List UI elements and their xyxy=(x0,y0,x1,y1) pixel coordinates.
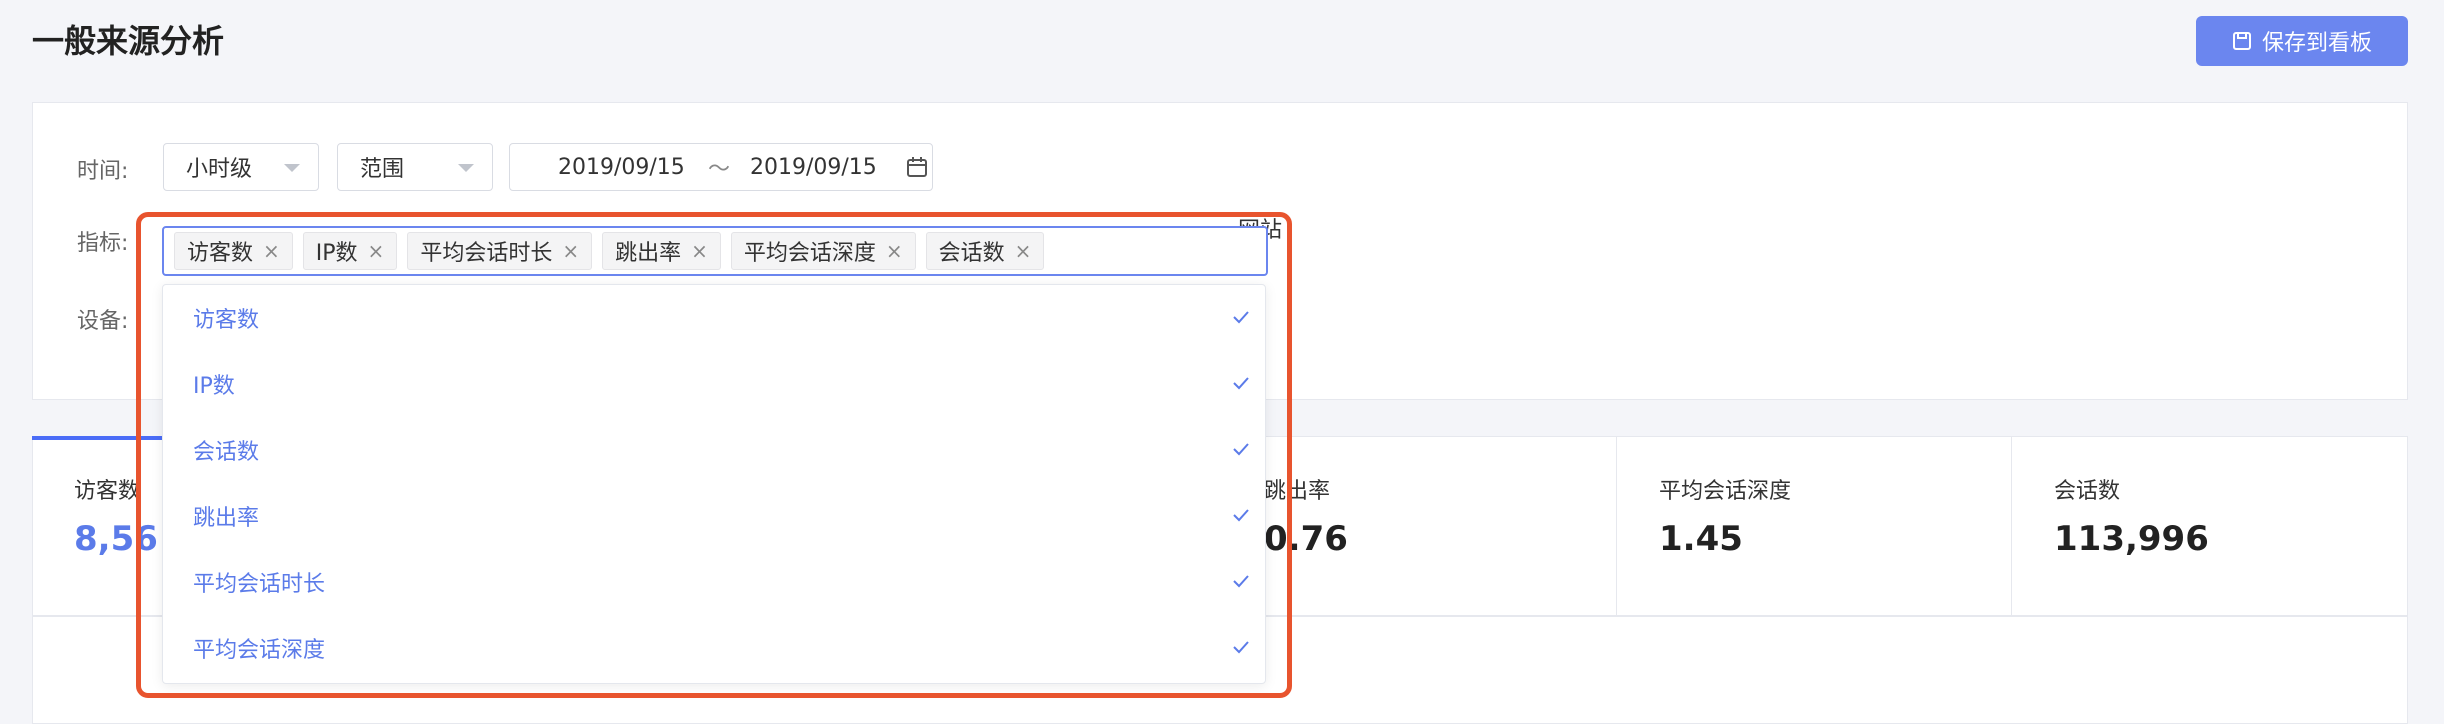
page-title: 一般来源分析 xyxy=(32,22,225,60)
range-select[interactable]: 范围 xyxy=(337,143,493,191)
date-range-picker[interactable]: 2019/09/15 ～ 2019/09/15 xyxy=(509,143,933,191)
date-start[interactable]: 2019/09/15 xyxy=(558,155,685,180)
metric-label: 会话数 xyxy=(2054,479,2121,504)
granularity-select[interactable]: 小时级 xyxy=(163,143,319,191)
granularity-value: 小时级 xyxy=(186,157,253,182)
highlight-annotation-frame xyxy=(136,212,1292,698)
date-separator: ～ xyxy=(708,157,731,182)
date-end[interactable]: 2019/09/15 xyxy=(750,155,877,180)
chevron-down-icon xyxy=(458,164,474,172)
save-button-label: 保存到看板 xyxy=(2261,31,2372,56)
metric-label: 平均会话深度 xyxy=(1659,479,1792,504)
time-label: 时间: xyxy=(77,159,129,184)
metric-value: 1.45 xyxy=(1659,519,1743,559)
metric-label: 指标: xyxy=(77,231,129,256)
metric-label: 访客数 xyxy=(74,479,141,504)
calendar-icon xyxy=(907,157,927,177)
device-label: 设备: xyxy=(77,309,129,334)
metric-card-avg-depth[interactable]: 平均会话深度 1.45 xyxy=(1616,437,2011,615)
metric-card-sessions[interactable]: 会话数 113,996 xyxy=(2011,437,2407,615)
metric-value: 113,996 xyxy=(2054,519,2209,559)
save-to-dashboard-button[interactable]: 保存到看板 xyxy=(2196,16,2408,66)
chevron-down-icon xyxy=(284,164,300,172)
save-icon xyxy=(2232,32,2251,50)
range-value: 范围 xyxy=(360,157,405,182)
